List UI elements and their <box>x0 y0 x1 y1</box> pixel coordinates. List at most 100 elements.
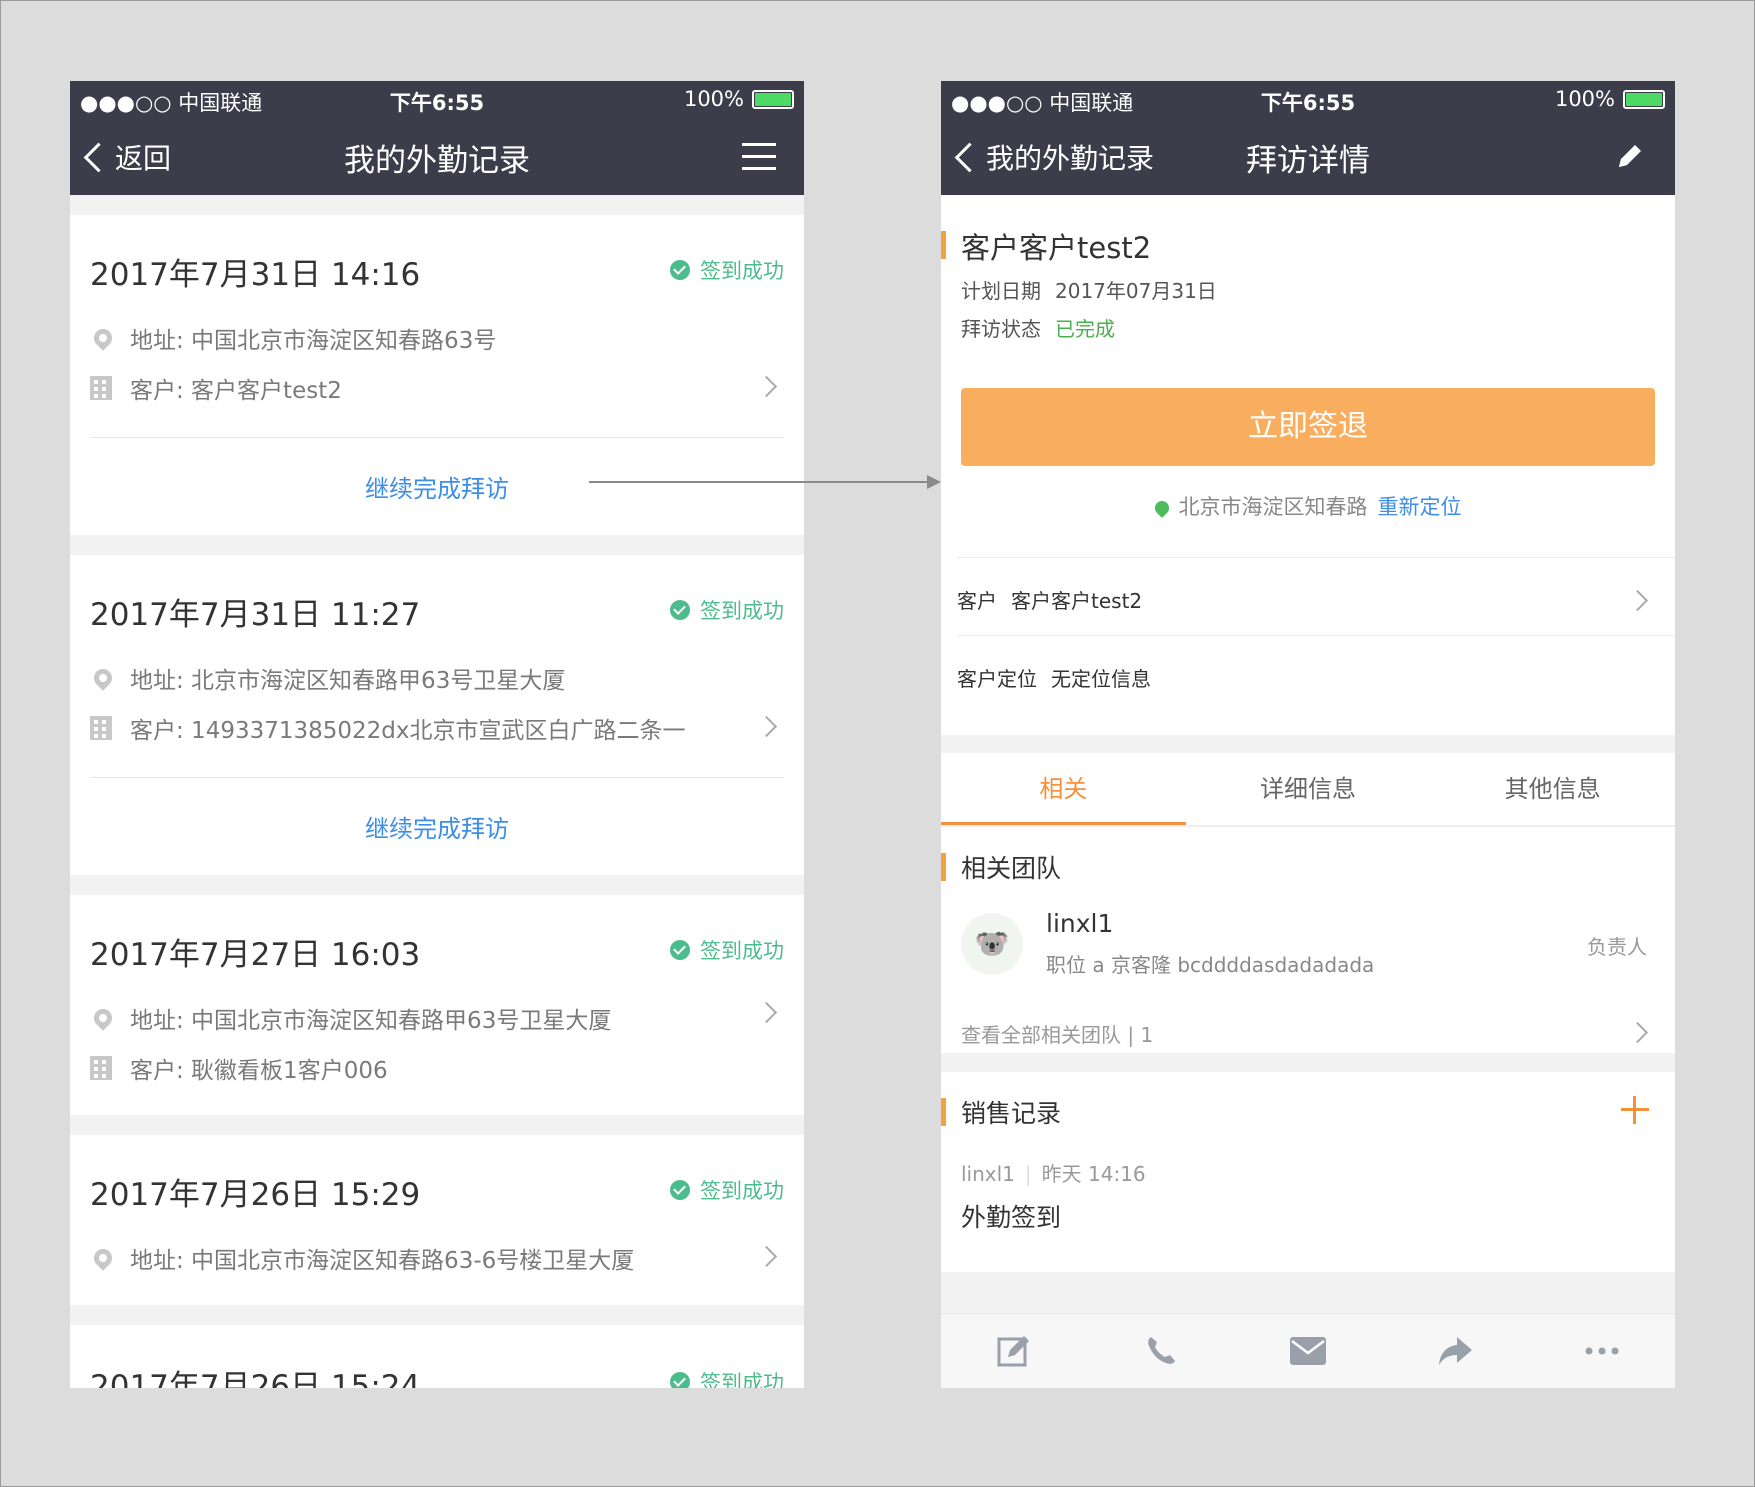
address-row: 地址: 中国北京市海淀区知春路63号 <box>90 321 496 355</box>
customer-location-label: 客户定位 <box>957 667 1037 691</box>
chevron-right-icon <box>755 1001 778 1024</box>
tab-related[interactable]: 相关 <box>941 753 1186 825</box>
visit-card[interactable]: 2017年7月31日 14:16 签到成功 地址: 中国北京市海淀区知春路63号… <box>70 215 804 535</box>
battery-percent: 100% <box>1554 87 1615 111</box>
edit-pencil-icon[interactable] <box>1613 139 1647 177</box>
address-text: 地址: 中国北京市海淀区知春路63-6号楼卫星大厦 <box>130 1248 635 1274</box>
chevron-right-icon <box>755 715 778 738</box>
status-icons: 100% <box>684 87 794 111</box>
nav-bar: 返回 我的外勤记录 <box>70 117 804 195</box>
visit-date: 2017年7月31日 11:27 <box>90 597 421 633</box>
divider <box>90 437 784 438</box>
location-pin-icon <box>90 665 116 691</box>
phone-icon[interactable] <box>1141 1331 1181 1371</box>
visit-date: 2017年7月27日 16:03 <box>90 937 421 973</box>
sales-author: linxl1 <box>961 1162 1015 1186</box>
visit-record-list: 2017年7月31日 14:16 签到成功 地址: 中国北京市海淀区知春路63号… <box>70 195 804 1388</box>
phone-visit-detail: ●●●○○ 中国联通 下午6:55 100% 我的外勤记录 拜访详情 客户客户t… <box>941 81 1675 1388</box>
check-circle-icon <box>670 1180 690 1200</box>
battery-percent: 100% <box>683 87 744 111</box>
customer-row: 客户: 1493371385022dx北京市宣武区白广路二条一 <box>90 711 686 745</box>
section-marker <box>941 1098 946 1126</box>
check-circle-icon <box>670 940 690 960</box>
plan-date-row: 计划日期 2017年07月31日 <box>961 275 1217 304</box>
visit-status-value: 已完成 <box>1055 317 1115 341</box>
section-marker <box>941 853 946 881</box>
status-text: 签到成功 <box>700 259 784 283</box>
battery-icon <box>752 89 794 109</box>
current-location: 北京市海淀区知春路 重新定位 <box>941 491 1675 521</box>
sales-meta: linxl1 | 昨天 14:16 <box>961 1162 1146 1186</box>
customer-title: 客户客户test2 <box>961 231 1152 265</box>
status-badge: 签到成功 <box>670 595 784 625</box>
visit-summary: 客户客户test2 计划日期 2017年07月31日 拜访状态 已完成 立即签退 北… <box>941 195 1675 735</box>
location-pin-icon <box>90 325 116 351</box>
status-icons: 100% <box>1555 87 1665 111</box>
location-pin-icon <box>1151 498 1172 518</box>
tab-other-info[interactable]: 其他信息 <box>1430 753 1675 825</box>
continue-visit-link[interactable]: 继续完成拜访 <box>70 469 804 504</box>
status-badge: 签到成功 <box>670 1367 784 1388</box>
add-plus-icon[interactable] <box>1621 1096 1649 1124</box>
customer-text: 客户: 客户客户test2 <box>130 378 342 404</box>
nav-bar: 我的外勤记录 拜访详情 <box>941 117 1675 195</box>
customer-row: 客户: 客户客户test2 <box>90 371 342 405</box>
visit-card[interactable]: 2017年7月26日 15:29 签到成功 地址: 中国北京市海淀区知春路63-… <box>70 1135 804 1305</box>
building-icon <box>90 1056 112 1080</box>
customer-text: 客户: 1493371385022dx北京市宣武区白广路二条一 <box>130 718 686 744</box>
address-row: 地址: 中国北京市海淀区知春路甲63号卫星大厦 <box>90 1001 611 1035</box>
status-badge: 签到成功 <box>670 935 784 965</box>
compose-icon[interactable] <box>994 1331 1034 1371</box>
plan-date-value: 2017年07月31日 <box>1055 279 1217 303</box>
visit-date: 2017年7月26日 15:24 <box>90 1369 421 1388</box>
chevron-right-icon <box>1626 589 1649 612</box>
flow-arrow <box>589 475 941 489</box>
address-row: 地址: 北京市海淀区知春路甲63号卫星大厦 <box>90 661 565 695</box>
address-row: 地址: 中国北京市海淀区知春路63-6号楼卫星大厦 <box>90 1241 634 1275</box>
status-bar: ●●●○○ 中国联通 下午6:55 100% <box>941 81 1675 117</box>
location-pin-icon <box>90 1005 116 1031</box>
section-marker <box>941 231 946 259</box>
status-badge: 签到成功 <box>670 1175 784 1205</box>
chevron-right-icon <box>1626 1021 1649 1044</box>
status-bar: ●●●○○ 中国联通 下午6:55 100% <box>70 81 804 117</box>
plan-date-label: 计划日期 <box>961 279 1041 303</box>
visit-date: 2017年7月31日 14:16 <box>90 257 421 293</box>
avatar: 🐨 <box>961 913 1023 975</box>
visit-card[interactable]: 2017年7月31日 11:27 签到成功 地址: 北京市海淀区知春路甲63号卫… <box>70 555 804 875</box>
customer-row: 客户: 耿徽看板1客户006 <box>90 1051 388 1085</box>
tab-details[interactable]: 详细信息 <box>1186 753 1431 825</box>
visit-card[interactable]: 2017年7月26日 15:24 签到成功 <box>70 1325 804 1388</box>
check-circle-icon <box>670 260 690 280</box>
page-title: 我的外勤记录 <box>344 143 530 179</box>
view-all-team-link[interactable]: 查看全部相关团队 | 1 <box>961 1019 1153 1048</box>
building-icon <box>90 716 112 740</box>
check-circle-icon <box>670 600 690 620</box>
share-icon[interactable] <box>1435 1331 1475 1371</box>
related-team-section: 相关团队 🐨 linxl1 职位 a 京客隆 bcddddasdadadada … <box>941 826 1675 1053</box>
relocate-link[interactable]: 重新定位 <box>1378 495 1462 519</box>
customer-location-value: 无定位信息 <box>1051 667 1151 691</box>
sales-title: 销售记录 <box>961 1099 1062 1128</box>
member-role: 负责人 <box>1587 935 1647 959</box>
visit-status-row: 拜访状态 已完成 <box>961 313 1115 342</box>
more-icon[interactable] <box>1582 1331 1622 1371</box>
member-name: linxl1 <box>1046 909 1114 938</box>
list-menu-icon[interactable] <box>742 143 776 171</box>
customer-label: 客户 <box>957 589 997 613</box>
status-text: 签到成功 <box>700 939 784 963</box>
sales-time: 昨天 14:16 <box>1041 1162 1146 1186</box>
status-text: 签到成功 <box>700 1179 784 1203</box>
address-text: 地址: 中国北京市海淀区知春路甲63号卫星大厦 <box>130 1008 612 1034</box>
check-circle-icon <box>670 1372 690 1388</box>
canvas: ●●●○○ 中国联通 下午6:55 100% 返回 我的外勤记录 2017年7月… <box>0 0 1755 1487</box>
visit-card[interactable]: 2017年7月27日 16:03 签到成功 地址: 中国北京市海淀区知春路甲63… <box>70 895 804 1115</box>
chevron-right-icon <box>755 1245 778 1268</box>
team-title: 相关团队 <box>961 854 1062 883</box>
divider <box>957 635 1675 636</box>
mail-icon[interactable] <box>1288 1331 1328 1371</box>
customer-field[interactable]: 客户 客户客户test2 <box>957 585 1142 614</box>
checkout-button[interactable]: 立即签退 <box>961 388 1655 466</box>
sales-record-section: 销售记录 linxl1 | 昨天 14:16 外勤签到 <box>941 1072 1675 1272</box>
continue-visit-link[interactable]: 继续完成拜访 <box>70 809 804 844</box>
